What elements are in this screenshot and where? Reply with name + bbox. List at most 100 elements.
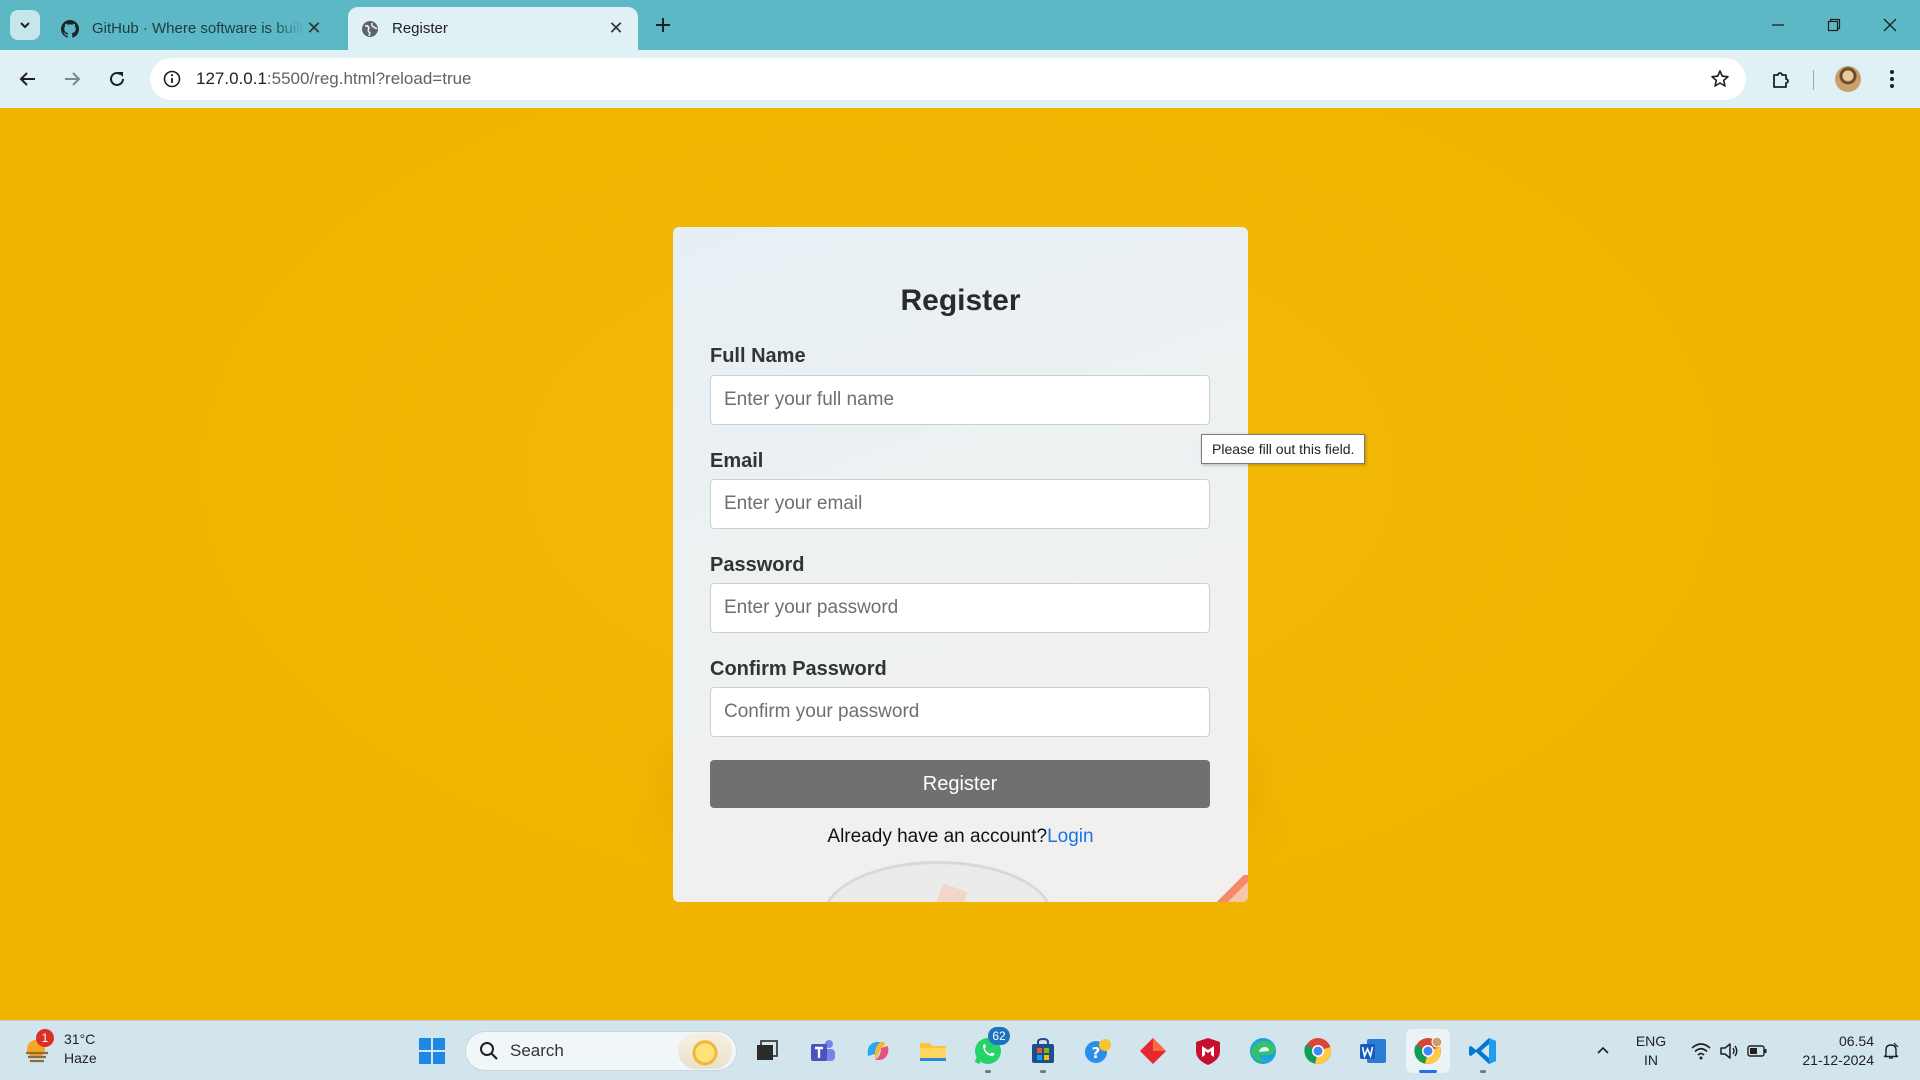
profile-button[interactable] — [1832, 63, 1864, 95]
weather-condition: Haze — [64, 1050, 97, 1066]
weather-temp: 31°C — [64, 1031, 96, 1047]
tab-title: GitHub · Where software is built — [92, 20, 304, 37]
close-tab-icon[interactable]: ✕ — [606, 18, 626, 39]
chevron-up-icon — [1597, 1046, 1609, 1054]
restore-icon — [1827, 18, 1841, 32]
close-window-button[interactable] — [1862, 0, 1918, 50]
mcafee-app[interactable] — [1186, 1029, 1230, 1073]
tab-github[interactable]: GitHub · Where software is built ✕ — [48, 7, 336, 50]
weather-widget[interactable]: 1 31°C Haze — [22, 1029, 97, 1068]
minimize-button[interactable] — [1750, 0, 1806, 50]
edge-icon — [1250, 1038, 1276, 1064]
store-icon — [1032, 1037, 1054, 1063]
page-title: Register — [900, 284, 1021, 317]
url-text: 127.0.0.1:5500/reg.html?reload=true — [196, 69, 472, 89]
toolbar-separator — [1813, 70, 1814, 90]
bell-icon — [1883, 1042, 1899, 1059]
volume-icon — [1720, 1043, 1738, 1059]
teams-icon — [811, 1040, 835, 1061]
chrome-icon — [1414, 1036, 1443, 1064]
new-tab-button[interactable] — [650, 12, 676, 38]
chrome-icon — [1304, 1038, 1331, 1064]
windows-icon — [419, 1038, 445, 1064]
extensions-button[interactable] — [1765, 63, 1797, 95]
task-view-icon — [757, 1040, 778, 1060]
whatsapp-app[interactable]: 62 — [966, 1027, 1010, 1073]
confirm-password-input[interactable] — [710, 687, 1210, 737]
site-info-icon[interactable] — [160, 67, 184, 91]
browser-toolbar: 127.0.0.1:5500/reg.html?reload=true — [0, 50, 1920, 108]
svg-text:?: ? — [1092, 1044, 1101, 1062]
clock[interactable]: 06.54 21-12-2024 — [1784, 1021, 1874, 1080]
decorative-corner — [1214, 875, 1248, 902]
wifi-icon — [1691, 1043, 1711, 1060]
tab-title: Register — [392, 20, 448, 37]
tab-search-button[interactable] — [10, 10, 40, 40]
login-prompt-text: Already have an account? — [827, 826, 1048, 847]
vscode-icon — [1469, 1038, 1496, 1064]
notifications-button[interactable] — [1876, 1021, 1906, 1080]
search-icon — [478, 1040, 500, 1062]
restore-button[interactable] — [1806, 0, 1862, 50]
weather-badge: 1 — [36, 1029, 54, 1047]
task-view-button[interactable] — [745, 1029, 789, 1073]
shield-icon — [1196, 1038, 1220, 1065]
back-button[interactable] — [12, 63, 44, 95]
taskbar: 1 31°C Haze Search 62 ? ENG IN 06.54 21-… — [0, 1020, 1920, 1080]
login-link[interactable]: Login — [1047, 826, 1094, 847]
avatar — [1835, 66, 1861, 92]
github-icon — [60, 19, 80, 39]
start-button[interactable] — [410, 1029, 454, 1073]
copilot-icon — [867, 1042, 889, 1060]
close-tab-icon[interactable]: ✕ — [304, 18, 324, 39]
password-label: Password — [710, 554, 805, 576]
chrome-app[interactable] — [1296, 1029, 1340, 1073]
diamond-icon — [1140, 1038, 1166, 1064]
language-indicator[interactable]: ENG IN — [1626, 1021, 1676, 1080]
vscode-app[interactable] — [1461, 1029, 1505, 1073]
bookmark-star-icon[interactable] — [1708, 67, 1732, 91]
validation-tooltip: Please fill out this field. — [1201, 434, 1366, 464]
address-bar[interactable]: 127.0.0.1:5500/reg.html?reload=true — [150, 58, 1746, 100]
browser-tabstrip: GitHub · Where software is built ✕ Regis… — [0, 0, 1920, 50]
copilot-app[interactable] — [856, 1029, 900, 1073]
plus-icon — [656, 18, 670, 32]
show-hidden-icons-button[interactable] — [1590, 1021, 1616, 1080]
red-diamond-app[interactable] — [1131, 1029, 1175, 1073]
edge-app[interactable] — [1241, 1029, 1285, 1073]
system-status-button[interactable] — [1684, 1021, 1774, 1080]
email-input[interactable] — [710, 479, 1210, 529]
clock-date: 21-12-2024 — [1802, 1052, 1874, 1068]
language-line1: ENG — [1635, 1033, 1667, 1049]
page-viewport: Register Full Name Email Password Confir… — [0, 108, 1920, 1020]
browser-menu-button[interactable] — [1876, 63, 1908, 95]
search-highlight-image — [678, 1033, 732, 1069]
confirm-password-label: Confirm Password — [710, 658, 887, 680]
weather-icon: 1 — [22, 1029, 54, 1065]
tab-register[interactable]: Register ✕ — [348, 7, 638, 50]
forward-button[interactable] — [56, 63, 88, 95]
email-label: Email — [710, 450, 764, 472]
chrome-profile-app[interactable] — [1406, 1029, 1450, 1073]
word-app[interactable] — [1351, 1029, 1395, 1073]
password-input[interactable] — [710, 583, 1210, 633]
store-app[interactable] — [1021, 1029, 1065, 1073]
reload-button[interactable] — [101, 63, 133, 95]
minimize-icon — [1772, 24, 1784, 26]
teams-app[interactable] — [801, 1029, 845, 1073]
full-name-input[interactable] — [710, 375, 1210, 425]
register-button[interactable]: Register — [710, 760, 1210, 808]
arrow-left-icon — [19, 72, 35, 86]
url-host: 127.0.0.1 — [196, 69, 267, 88]
help-app[interactable]: ? — [1076, 1029, 1120, 1073]
word-icon — [1360, 1039, 1386, 1063]
help-icon: ? — [1085, 1039, 1111, 1063]
kebab-menu-icon — [1890, 70, 1894, 88]
url-path: :5500/reg.html?reload=true — [266, 69, 472, 88]
file-explorer-app[interactable] — [911, 1029, 955, 1073]
taskbar-search[interactable]: Search — [465, 1031, 737, 1071]
whatsapp-badge: 62 — [988, 1027, 1010, 1045]
puzzle-icon — [1773, 72, 1789, 88]
globe-icon — [360, 19, 380, 39]
folder-icon — [920, 1043, 946, 1061]
